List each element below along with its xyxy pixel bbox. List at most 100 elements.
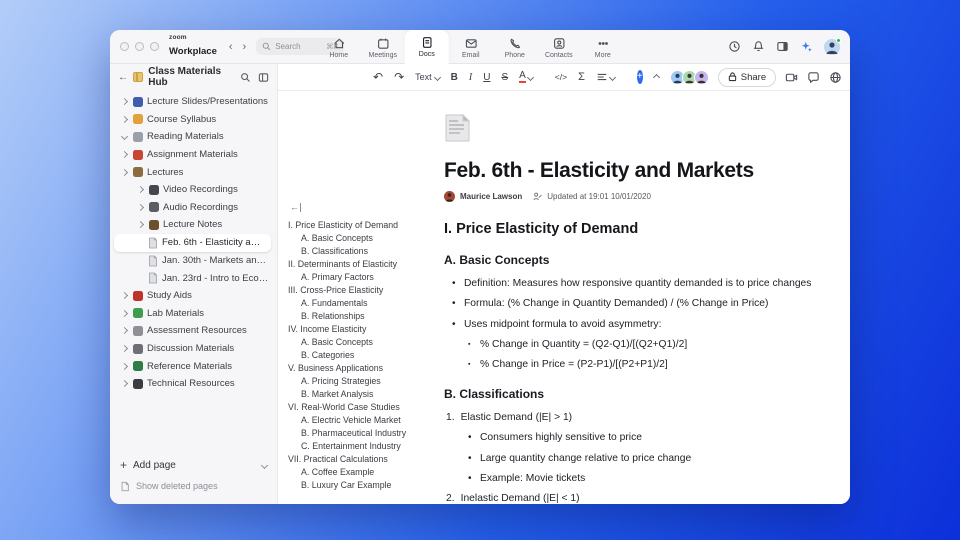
tree-chevron-icon[interactable] [120,98,129,106]
strikethrough-button[interactable]: S [501,72,508,83]
formula-button[interactable]: Σ [578,71,585,83]
sidebar-item[interactable]: Lectures [110,163,277,181]
forward-button[interactable]: › [243,41,247,53]
video-call-icon[interactable] [785,71,798,84]
tree-chevron-icon[interactable] [136,186,145,194]
outline-item[interactable]: C. Entertainment Industry [288,440,440,453]
add-page-button[interactable]: + Add page [120,456,269,474]
share-button[interactable]: Share [717,67,777,87]
tree-chevron-icon[interactable] [120,344,129,353]
collapse-outline-icon[interactable]: ← [290,203,301,212]
tree-chevron-icon[interactable] [136,203,145,211]
outline-item[interactable]: A. Basic Concepts [288,336,440,349]
outline-item[interactable]: A. Fundamentals [288,297,440,310]
tree-chevron-icon[interactable] [120,168,129,176]
maximize-window-button[interactable] [150,42,159,51]
outline-item[interactable]: B. Relationships [288,310,440,323]
tree-chevron-icon[interactable] [120,115,129,123]
tree-chevron-icon[interactable] [120,133,129,141]
sidebar-item[interactable]: Technical Resources [110,375,277,393]
underline-button[interactable]: U [483,72,490,83]
add-page-chevron-icon[interactable] [260,460,269,471]
globe-icon[interactable] [829,71,842,84]
tab-docs[interactable]: Docs [404,30,449,64]
tree-chevron-icon[interactable] [120,309,129,317]
close-window-button[interactable] [120,42,129,51]
tab-contacts[interactable]: Contacts [537,32,581,64]
sidebar-item[interactable]: Lab Materials [110,305,277,323]
sidebar-item[interactable]: Reference Materials [110,357,277,375]
code-button[interactable]: </> [555,72,567,82]
history-icon[interactable] [728,40,741,53]
bold-button[interactable]: B [451,72,458,83]
redo-button[interactable]: ↷ [394,70,404,84]
ai-add-button[interactable]: + [636,70,643,84]
text-color-dropdown[interactable]: A [519,71,534,83]
sidebar-item[interactable]: Jan. 23rd - Intro to Econo... [110,269,277,287]
sidebar-item[interactable]: Reading Materials [110,128,277,146]
sidebar-item-label: Study Aids [147,290,192,302]
chat-icon[interactable] [807,71,820,84]
outline-item[interactable]: A. Coffee Example [288,466,440,479]
sidebar-item[interactable]: Jan. 30th - Markets and P... [110,252,277,270]
sidebar-item[interactable]: Lecture Slides/Presentations [110,93,277,111]
discussion-icon [133,343,143,354]
outline-item[interactable]: B. Classifications [288,245,440,258]
outline-item[interactable]: B. Pharmaceutical Industry [288,427,440,440]
undo-button[interactable]: ↶ [373,70,383,84]
tree-chevron-icon[interactable] [120,362,129,370]
sidebar-item[interactable]: Video Recordings [110,181,277,199]
outline-item[interactable]: B. Luxury Car Example [288,479,440,492]
tab-more[interactable]: More [581,32,625,64]
alignment-dropdown[interactable] [596,71,616,83]
outline-item[interactable]: A. Primary Factors [288,271,440,284]
outline-item[interactable]: A. Electric Vehicle Market [288,414,440,427]
sidebar-item[interactable]: Assignment Materials [110,146,277,164]
tree-chevron-icon[interactable] [120,380,129,388]
tab-meetings[interactable]: Meetings [361,32,405,64]
ai-companion-icon[interactable] [800,40,813,53]
collaborator-avatars[interactable] [669,69,709,85]
sidebar-item[interactable]: Feb. 6th - Elasticity and M... [114,233,271,252]
user-avatar[interactable] [824,37,841,55]
sidebar-item[interactable]: Audio Recordings [110,199,277,217]
sidebar-back-icon[interactable]: ← [118,72,128,83]
outline-item[interactable]: B. Market Analysis [288,388,440,401]
tab-email[interactable]: Email [449,32,493,64]
outline-item[interactable]: VII. Practical Calculations [288,453,440,466]
back-button[interactable]: ‹ [229,41,233,53]
tree-chevron-icon[interactable] [136,221,145,229]
outline-item[interactable]: III. Cross-Price Elasticity [288,284,440,297]
tab-phone[interactable]: Phone [493,32,537,64]
minimize-window-button[interactable] [135,42,144,51]
sidebar-item[interactable]: Lecture Notes [110,216,277,234]
sidebar-item[interactable]: Assessment Resources [110,322,277,340]
outline-item[interactable]: A. Pricing Strategies [288,375,440,388]
outline-item[interactable]: IV. Income Elasticity [288,323,440,336]
collapse-toolbar-icon[interactable] [652,72,660,83]
tree-chevron-icon[interactable] [120,292,129,300]
collaborator-avatar[interactable] [693,69,709,85]
tab-home[interactable]: Home [317,32,361,64]
outline-item[interactable]: V. Business Applications [288,362,440,375]
window-controls[interactable] [120,42,159,51]
panel-toggle-icon[interactable] [776,40,789,53]
outline-item[interactable]: I. Price Elasticity of Demand [288,219,440,232]
outline-item[interactable]: A. Basic Concepts [288,232,440,245]
outline-item[interactable]: B. Categories [288,349,440,362]
sidebar-search-icon[interactable] [240,72,251,83]
sidebar-panel-icon[interactable] [258,72,269,83]
sidebar-item[interactable]: Course Syllabus [110,111,277,129]
outline-item[interactable]: II. Determinants of Elasticity [288,258,440,271]
sidebar-item[interactable]: Study Aids [110,287,277,305]
notifications-bell-icon[interactable] [752,40,765,53]
document-list-item: • Large quantity change relative to price… [444,453,846,465]
tree-chevron-icon[interactable] [120,327,129,335]
tree-chevron-icon[interactable] [120,151,129,159]
sidebar: ← Class Materials Hub Lecture Slides/Pre… [110,64,278,504]
sidebar-item[interactable]: Discussion Materials [110,340,277,358]
italic-button[interactable]: I [469,72,472,83]
show-deleted-pages-button[interactable]: Show deleted pages [120,478,267,494]
text-style-dropdown[interactable]: Text [415,72,441,82]
outline-item[interactable]: VI. Real-World Case Studies [288,401,440,414]
